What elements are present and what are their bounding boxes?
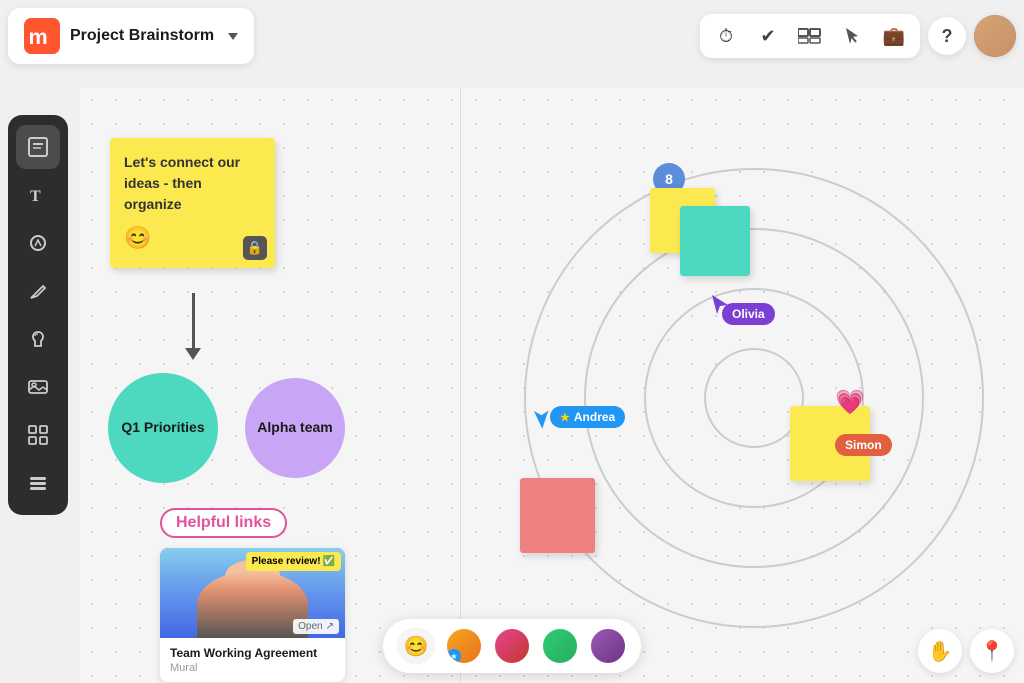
briefcase-icon[interactable]: 💼 [880, 22, 908, 50]
sidebar-sticky-icon[interactable] [16, 125, 60, 169]
participant-avatar-3[interactable] [541, 627, 579, 665]
location-tool-button[interactable]: 📍 [970, 629, 1014, 673]
sidebar-pen-icon[interactable] [16, 269, 60, 313]
chevron-down-icon[interactable] [228, 33, 238, 40]
helpful-links-label: Helpful links [160, 508, 287, 538]
link-card-body: Team Working Agreement Mural [160, 638, 345, 682]
please-review-badge: Please review! ✅ [246, 552, 341, 571]
mural-logo: m [24, 18, 60, 54]
emoji-reaction-button[interactable]: 😊 [397, 627, 435, 665]
sticky-note-main[interactable]: Let's connect our ideas - then organize … [110, 138, 275, 268]
star-badge-1: ★ [447, 649, 461, 663]
person-body [197, 571, 308, 639]
center-circle [704, 348, 804, 448]
bottom-right-tools: ✋ 📍 [918, 629, 1014, 673]
user-avatar-button[interactable] [974, 15, 1016, 57]
link-card-title: Team Working Agreement [170, 646, 335, 660]
toolbar-group: ⏱ ✔ 💼 [700, 14, 920, 58]
andrea-label: ★ Andrea [550, 406, 625, 428]
concentric-diagram [504, 148, 1004, 648]
link-card[interactable]: Please review! ✅ Open ↗ Team Working Agr… [160, 548, 345, 682]
andrea-area: ★ Andrea [530, 404, 554, 433]
hand-tool-button[interactable]: ✋ [918, 629, 962, 673]
heart-icon: 💗 [835, 388, 865, 417]
check-icon[interactable]: ✔ [754, 22, 782, 50]
olivia-cursor-area: Olivia [708, 293, 732, 322]
help-button[interactable]: ? [928, 17, 966, 55]
open-link-button[interactable]: Open ↗ [293, 619, 339, 634]
arrow-connector [185, 293, 201, 360]
participant-avatar-1[interactable]: ★ [445, 627, 483, 665]
svg-text:T: T [30, 188, 41, 205]
project-selector[interactable]: m Project Brainstorm [8, 8, 254, 64]
sidebar-llama-icon[interactable] [16, 317, 60, 361]
arrow-head [185, 348, 201, 360]
canvas[interactable]: Let's connect our ideas - then organize … [80, 88, 1024, 683]
project-title: Project Brainstorm [70, 27, 214, 45]
sidebar-shape-icon[interactable] [16, 221, 60, 265]
arrow-line [192, 293, 195, 348]
cursor-icon[interactable] [838, 22, 866, 50]
top-right-controls: ⏱ ✔ 💼 ? [700, 14, 1016, 58]
sidebar-menu-icon[interactable] [16, 461, 60, 505]
left-sidebar: T [8, 115, 68, 515]
sidebar-grid-icon[interactable] [16, 413, 60, 457]
link-card-source: Mural [170, 662, 335, 674]
sidebar-image-icon[interactable] [16, 365, 60, 409]
sticky-note-text: Let's connect our ideas - then organize [124, 152, 261, 215]
simon-label: Simon [835, 434, 892, 456]
participant-avatar-2[interactable] [493, 627, 531, 665]
canvas-divider [460, 88, 461, 683]
olivia-label: Olivia [722, 303, 775, 325]
link-card-image: Please review! ✅ Open ↗ [160, 548, 345, 638]
view-icon[interactable] [796, 22, 824, 50]
lock-icon: 🔒 [243, 236, 267, 260]
sticky-note-emoji: 😊 [124, 223, 261, 254]
helpful-links-section: Helpful links Please review! ✅ Open ↗ Te… [160, 508, 370, 682]
sticky-cyan[interactable] [680, 206, 750, 276]
alpha-team-circle[interactable]: Alpha team [245, 378, 345, 478]
timer-icon[interactable]: ⏱ [712, 22, 740, 50]
participant-avatar-4[interactable] [589, 627, 627, 665]
sidebar-text-icon[interactable]: T [16, 173, 60, 217]
avatar-face [974, 15, 1016, 57]
sticky-pink[interactable] [520, 478, 595, 553]
bottom-participants-bar: 😊 ★ [383, 619, 641, 673]
svg-text:m: m [29, 24, 48, 49]
q1-priorities-circle[interactable]: Q1 Priorities [108, 373, 218, 483]
top-bar: m Project Brainstorm ⏱ ✔ � [8, 8, 1016, 64]
